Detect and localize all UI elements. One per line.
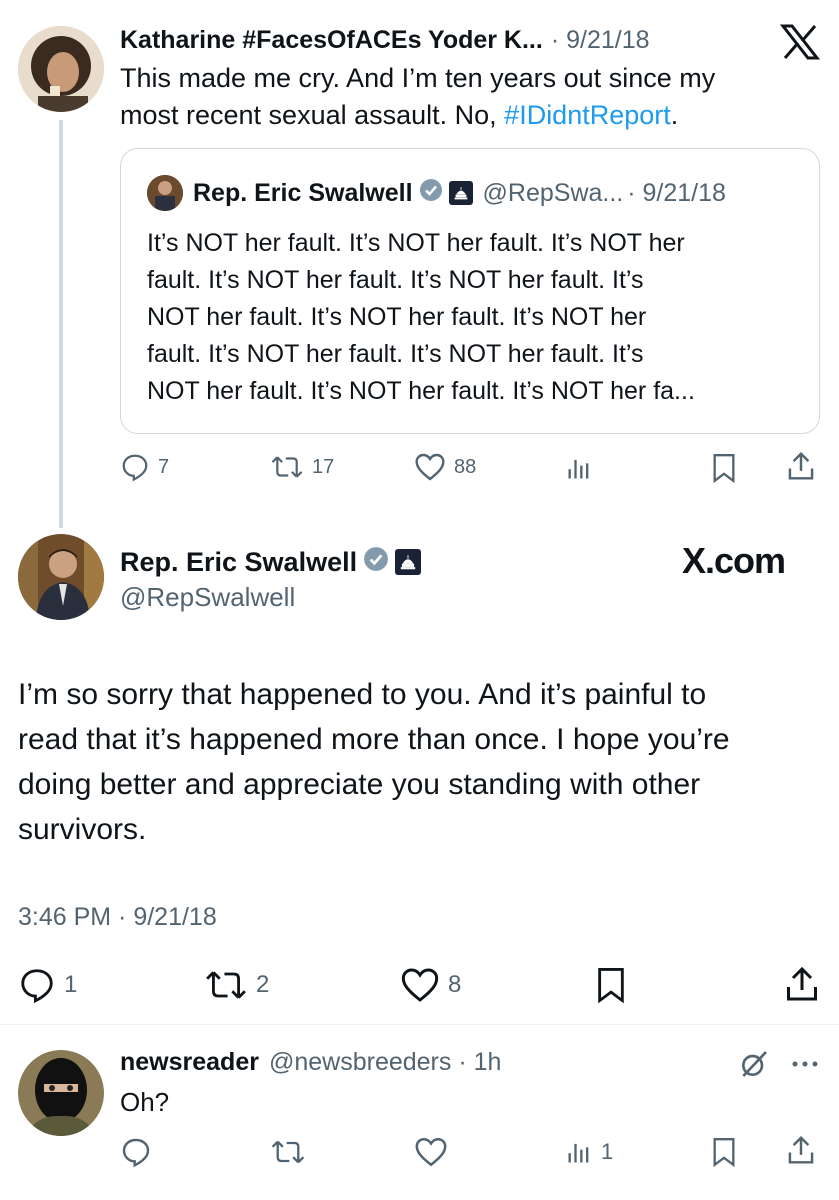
retweet-icon (270, 452, 304, 482)
like-count: 88 (454, 455, 477, 478)
reply-icon[interactable] (120, 1136, 152, 1173)
quoted-author-name: Rep. Eric Swalwell (193, 178, 413, 207)
quoted-text-line: fault. It’s NOT her fault. It’s NOT her … (147, 340, 644, 368)
reply-handle[interactable]: @newsbreeders · 1h (269, 1048, 501, 1077)
reply-button[interactable]: 7 (120, 452, 169, 482)
verified-badge-icon (419, 178, 443, 209)
quoted-text-line: NOT her fault. It’s NOT her fault. It’s … (147, 303, 647, 331)
newsreader-avatar[interactable] (18, 1050, 104, 1136)
quoted-date: · 9/21/18 (627, 178, 726, 207)
tweet-text-line: most recent sexual assault. No, (120, 100, 505, 130)
quoted-handle: @RepSwa... (482, 178, 624, 207)
tweet-text-period: . (670, 100, 679, 130)
reply-count: 7 (158, 455, 170, 478)
more-icon[interactable] (790, 1054, 820, 1079)
retweet-icon[interactable] (270, 1136, 306, 1173)
quoted-text: It’s NOT her fault. It’s NOT her fault. … (147, 225, 695, 410)
katharine-avatar[interactable] (18, 26, 104, 112)
retweet-count: 2 (256, 971, 270, 998)
views-icon (565, 1138, 593, 1166)
verified-badge-icon (363, 546, 389, 579)
swalwell-avatar[interactable] (18, 534, 104, 620)
bookmark-icon[interactable] (710, 1136, 738, 1173)
reply-author-name[interactable]: newsreader (120, 1048, 259, 1077)
main-tweet-line: read that it’s happened more than once. … (18, 723, 730, 756)
divider (0, 1024, 839, 1025)
like-button[interactable]: 88 (414, 452, 476, 482)
hashtag-link[interactable]: #IDidntReport (504, 100, 671, 130)
quoted-text-line: fault. It’s NOT her fault. It’s NOT her … (147, 266, 644, 294)
tweet-date[interactable]: · 9/21/18 (551, 26, 650, 55)
reply-icon (120, 452, 150, 482)
government-badge-icon (448, 181, 473, 205)
share-icon[interactable] (784, 964, 820, 1009)
heart-icon (400, 966, 440, 1004)
x-logo-icon[interactable] (779, 24, 821, 65)
main-tweet-text: I’m so sorry that happened to you. And i… (18, 672, 818, 852)
author-name[interactable]: Rep. Eric Swalwell (120, 547, 357, 578)
share-icon[interactable] (786, 450, 816, 487)
reply-icon (18, 966, 56, 1004)
thread-line (59, 120, 63, 528)
views-button[interactable]: 1 (565, 1138, 613, 1166)
views-count: 1 (601, 1139, 614, 1164)
retweet-icon (204, 966, 248, 1004)
quoted-text-line: It’s NOT her fault. It’s NOT her fault. … (147, 229, 685, 257)
tweet-timestamp[interactable]: 3:46 PM · 9/21/18 (18, 900, 217, 934)
swalwell-small-avatar (147, 175, 183, 211)
retweet-button[interactable]: 2 (204, 966, 269, 1004)
retweet-button[interactable]: 17 (270, 452, 334, 482)
x-com-brand: X.com (682, 540, 786, 581)
share-icon[interactable] (786, 1134, 816, 1171)
main-tweet-line: doing better and appreciate you standing… (18, 768, 701, 801)
retweet-count: 17 (312, 455, 335, 478)
main-tweet-line: survivors. (18, 813, 147, 846)
reply-text: Oh? (120, 1087, 170, 1117)
reply-button[interactable]: 1 (18, 966, 77, 1004)
like-button[interactable]: 8 (400, 966, 461, 1004)
heart-icon[interactable] (414, 1136, 448, 1173)
bookmark-icon[interactable] (710, 452, 738, 489)
author-name[interactable]: Katharine #FacesOfACEs Yoder K... (120, 26, 543, 55)
grok-icon[interactable] (738, 1048, 770, 1085)
author-handle[interactable]: @RepSwalwell (120, 580, 295, 614)
reply-count: 1 (64, 971, 78, 998)
like-count: 8 (448, 971, 462, 998)
government-badge-icon (395, 549, 422, 575)
views-icon[interactable] (565, 454, 593, 487)
tweet-text-line: This made me cry. And I’m ten years out … (120, 63, 716, 93)
quoted-tweet-card[interactable]: Rep. Eric Swalwell @RepSwa... · 9/21/18 … (120, 148, 820, 434)
tweet-text: This made me cry. And I’m ten years out … (120, 60, 715, 134)
heart-icon (414, 452, 446, 482)
main-tweet-line: I’m so sorry that happened to you. And i… (18, 678, 707, 711)
quoted-text-line: NOT her fault. It’s NOT her fault. It’s … (147, 377, 695, 405)
bookmark-icon[interactable] (594, 966, 628, 1009)
